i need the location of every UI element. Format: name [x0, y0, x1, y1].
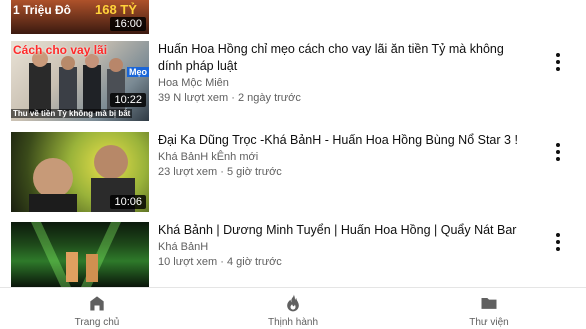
channel-name[interactable]: Khá BảnH — [158, 240, 528, 255]
video-item[interactable]: Cách cho vay lãi Mẹo Thu về tiền Tỷ khôn… — [0, 41, 586, 121]
video-feed: 1 Triệu Đô 168 TỶ 16:00 Cách cho vay lãi… — [0, 0, 586, 287]
thumbnail-caption: Thu về tiền Tỷ không mà bị bắt — [11, 109, 133, 118]
video-item[interactable]: Khá Bảnh | Dương Minh Tuyển | Huấn Hoa H… — [0, 222, 586, 287]
nav-trending[interactable]: Thịnh hành — [233, 288, 353, 329]
video-meta: 23 lượt xem · 5 giờ trước — [158, 166, 282, 178]
thumbnail-caption: 1 Triệu Đô — [13, 3, 72, 17]
video-thumbnail[interactable]: 1 Triệu Đô 168 TỶ 16:00 — [11, 0, 149, 34]
video-info: Khá Bảnh | Dương Minh Tuyển | Huấn Hoa H… — [158, 222, 528, 270]
video-duration: 10:22 — [110, 93, 146, 107]
video-title[interactable]: Khá Bảnh | Dương Minh Tuyển | Huấn Hoa H… — [158, 222, 528, 239]
trending-icon — [287, 294, 299, 312]
video-info: Huấn Hoa Hồng chỉ mẹo cách cho vay lãi ă… — [158, 41, 528, 106]
library-icon — [481, 298, 497, 309]
thumbnail-caption: Cách cho vay lãi — [13, 43, 108, 57]
video-thumbnail[interactable]: 10:06 — [11, 132, 149, 212]
nav-label: Trang chủ — [74, 317, 120, 328]
video-duration: 16:00 — [110, 17, 146, 31]
more-options-icon[interactable] — [548, 48, 568, 76]
video-info: Đại Ka Dũng Trọc -Khá BảnH - Huấn Hoa Hồ… — [158, 132, 528, 180]
bottom-navigation: Trang chủ Thịnh hành Thư viện — [0, 287, 586, 329]
video-duration: 10:06 — [110, 195, 146, 209]
more-options-icon[interactable] — [548, 138, 568, 166]
video-title[interactable]: Đại Ka Dũng Trọc -Khá BảnH - Huấn Hoa Hồ… — [158, 132, 528, 149]
thumbnail-caption: Mẹo — [127, 67, 149, 77]
channel-name[interactable]: Hoa Mộc Miên — [158, 76, 528, 91]
video-thumbnail[interactable]: Cách cho vay lãi Mẹo Thu về tiền Tỷ khôn… — [11, 41, 149, 121]
video-thumbnail[interactable] — [11, 222, 149, 287]
thumbnail-scene — [31, 222, 121, 287]
video-meta: 10 lượt xem · 4 giờ trước — [158, 256, 282, 268]
video-meta: 39 N lượt xem · 2 ngày trước — [158, 92, 301, 104]
video-item[interactable]: 1 Triệu Đô 168 TỶ 16:00 — [0, 0, 586, 34]
thumbnail-caption: 168 TỶ — [95, 2, 137, 17]
nav-label: Thư viện — [469, 317, 509, 328]
home-icon — [90, 296, 104, 311]
video-title[interactable]: Huấn Hoa Hồng chỉ mẹo cách cho vay lãi ă… — [158, 41, 528, 75]
channel-name[interactable]: Khá BảnH kÊnh mới — [158, 150, 528, 165]
nav-home[interactable]: Trang chủ — [37, 288, 157, 329]
more-options-icon[interactable] — [548, 228, 568, 256]
video-item[interactable]: 10:06 Đại Ka Dũng Trọc -Khá BảnH - Huấn … — [0, 132, 586, 212]
nav-label: Thịnh hành — [267, 317, 319, 328]
nav-library[interactable]: Thư viện — [429, 288, 549, 329]
